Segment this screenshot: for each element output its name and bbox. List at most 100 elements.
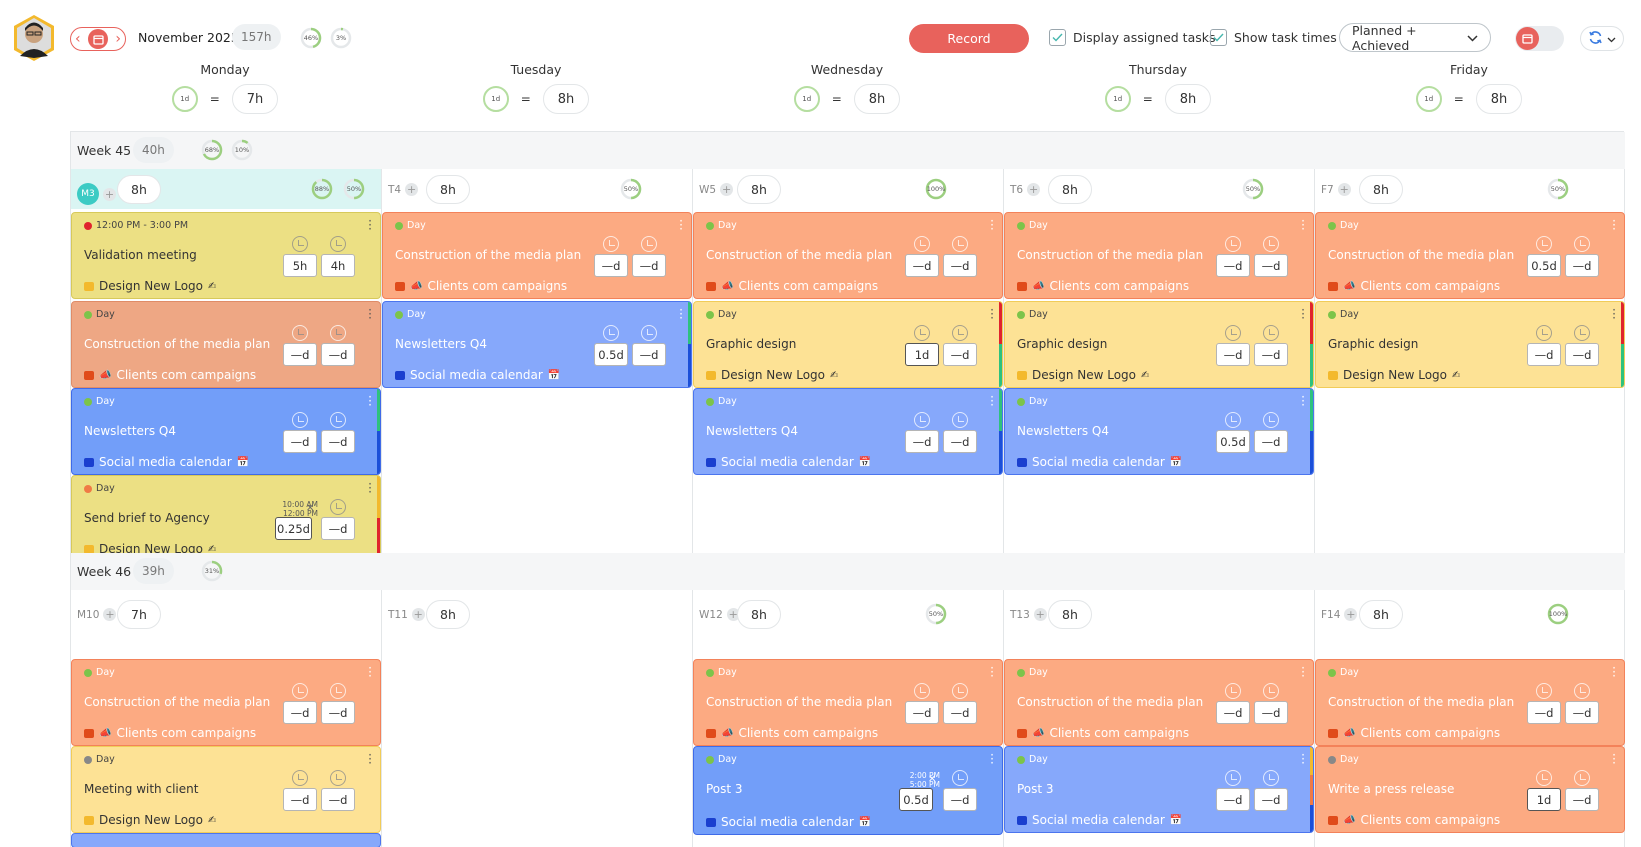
calendar-icon[interactable] [88,29,108,49]
achieved-clock-icon[interactable] [952,412,968,428]
achieved-value-input[interactable]: —d [943,343,977,366]
achieved-value-input[interactable]: —d [632,343,666,366]
planned-value-input[interactable]: 0.5d [1527,254,1561,277]
add-icon[interactable]: + [405,183,419,196]
planned-value-input[interactable]: 0.5d [899,788,933,811]
task-card[interactable]: Day · · · Newsletters Q4 —d —d Social medi… [693,388,1003,475]
more-icon[interactable]: · · · [1612,662,1616,682]
day-hours-input[interactable]: 8h [1048,175,1092,204]
achieved-clock-icon[interactable] [1263,236,1279,252]
avatar[interactable] [12,14,56,62]
clear-icon[interactable]: ✕ [928,774,936,785]
more-icon[interactable]: · · · [368,478,372,498]
achieved-value-input[interactable]: —d [321,788,355,811]
achieved-clock-icon[interactable] [1263,412,1279,428]
more-icon[interactable]: · · · [679,215,683,235]
add-icon[interactable]: + [1027,183,1041,196]
task-card[interactable]: Day · · · Construction of the media plan 0… [1315,212,1625,299]
planned-clock-icon[interactable] [603,236,619,252]
achieved-value-input[interactable]: —d [1254,701,1288,724]
day-hours-input[interactable]: 8h [737,175,781,204]
planned-clock-icon[interactable] [1225,325,1241,341]
more-icon[interactable]: · · · [1612,749,1616,769]
achieved-value-input[interactable]: —d [943,254,977,277]
add-icon[interactable]: + [103,608,117,621]
day-hours-input[interactable]: 7h [117,600,161,629]
planned-clock-icon[interactable] [914,683,930,699]
task-card[interactable]: Day · · · Construction of the media plan —… [382,212,692,299]
task-card[interactable]: Day · · · Construction of the media plan —… [693,212,1003,299]
achieved-value-input[interactable]: 4h [321,254,355,277]
more-icon[interactable]: · · · [1301,215,1305,235]
planned-clock-icon[interactable] [1225,683,1241,699]
planned-value-input[interactable]: —d [283,343,317,366]
planned-value-input[interactable]: —d [905,254,939,277]
achieved-clock-icon[interactable] [1263,683,1279,699]
check-icon[interactable] [1210,29,1227,46]
achieved-clock-icon[interactable] [330,412,346,428]
planned-value-input[interactable]: —d [1527,701,1561,724]
more-icon[interactable]: · · · [1301,662,1305,682]
achieved-value-input[interactable]: —d [1565,254,1599,277]
planned-value-input[interactable]: —d [905,701,939,724]
planned-value-input[interactable]: —d [1216,254,1250,277]
more-icon[interactable]: · · · [990,391,994,411]
achieved-clock-icon[interactable] [1574,325,1590,341]
add-icon[interactable]: + [103,187,116,201]
achieved-value-input[interactable]: —d [1254,788,1288,811]
task-card[interactable]: Day · · · Graphic design 1d —d Design New … [693,301,1003,388]
achieved-value-input[interactable]: —d [1254,343,1288,366]
day-hours-input[interactable]: 8h [1048,600,1092,629]
task-card[interactable]: Day · · · Post 3 2:00 PM 5:00 PM ✕ 0.5d —d … [693,746,1003,835]
more-icon[interactable]: · · · [1612,304,1616,324]
add-icon[interactable]: + [1337,183,1351,196]
achieved-clock-icon[interactable] [1263,325,1279,341]
day-hours-input[interactable]: 8h [117,175,161,204]
planned-value-input[interactable]: 0.25d [275,517,312,540]
achieved-value-input[interactable]: —d [632,254,666,277]
achieved-clock-icon[interactable] [330,499,346,515]
achieved-clock-icon[interactable] [952,325,968,341]
add-icon[interactable]: + [411,608,425,621]
more-icon[interactable]: · · · [368,391,372,411]
more-icon[interactable]: · · · [1301,304,1305,324]
achieved-clock-icon[interactable] [330,770,346,786]
planned-value-input[interactable]: —d [1216,788,1250,811]
next-icon[interactable]: › [115,31,121,47]
task-card[interactable]: Day · · · Write a press release 1d —d 📣 Cli… [1315,746,1625,833]
planned-clock-icon[interactable] [1225,770,1241,786]
task-card[interactable]: Day · · · Construction of the media plan —… [693,659,1003,746]
planned-value-input[interactable]: 5h [283,254,317,277]
add-icon[interactable]: + [720,183,734,196]
planned-clock-icon[interactable] [1536,770,1552,786]
more-icon[interactable]: · · · [1301,749,1305,769]
calendar-view-toggle[interactable] [1515,26,1564,51]
achieved-value-input[interactable]: —d [943,788,977,811]
task-card[interactable]: 12:00 PM - 3:00 PM · · · Validation meetin… [71,212,381,299]
check-icon[interactable] [1049,29,1066,46]
display-assigned-toggle[interactable]: Display assigned tasks [1049,29,1216,46]
achieved-clock-icon[interactable] [1574,236,1590,252]
planned-clock-icon[interactable] [292,236,308,252]
clear-icon[interactable]: ✕ [306,503,314,514]
task-card[interactable] [71,833,381,847]
task-card[interactable]: Day · · · Construction of the media plan —… [1004,659,1314,746]
planned-clock-icon[interactable] [1536,325,1552,341]
achieved-clock-icon[interactable] [330,683,346,699]
task-card[interactable]: Day · · · Graphic design —d —d Design New … [1315,301,1625,388]
more-icon[interactable]: · · · [990,215,994,235]
task-card[interactable]: Day · · · Post 3 —d —d Social media calend… [1004,746,1314,833]
more-icon[interactable]: · · · [679,304,683,324]
planned-clock-icon[interactable] [292,770,308,786]
sync-button[interactable] [1580,26,1624,51]
day-hours-input[interactable]: 8h [426,600,470,629]
achieved-value-input[interactable]: —d [321,343,355,366]
more-icon[interactable]: · · · [990,662,994,682]
task-card[interactable]: Day · · · Meeting with client —d —d Design… [71,746,381,833]
show-task-times-toggle[interactable]: Show task times [1210,29,1337,46]
planned-value-input[interactable]: 1d [905,343,939,366]
planned-clock-icon[interactable] [914,236,930,252]
achieved-clock-icon[interactable] [1574,683,1590,699]
planned-clock-icon[interactable] [1225,412,1241,428]
achieved-value-input[interactable]: —d [943,701,977,724]
